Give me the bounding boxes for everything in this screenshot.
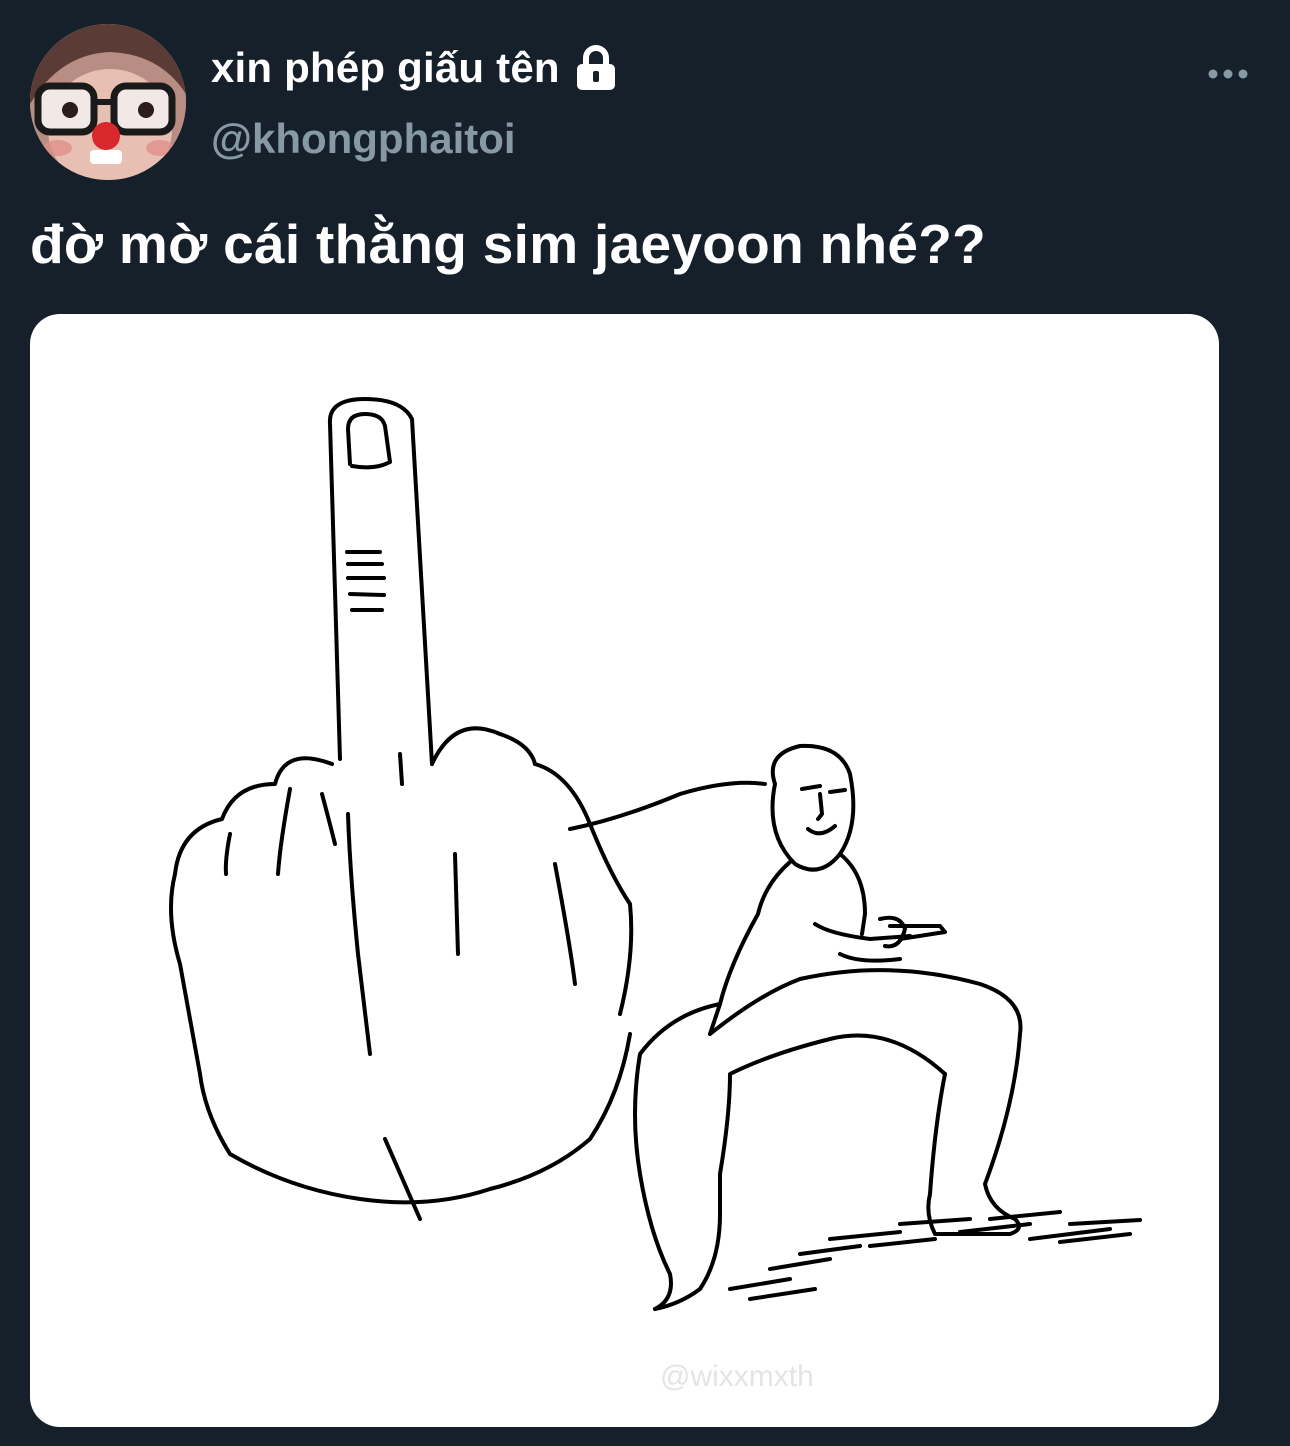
- tweet-text: đờ mờ cái thằng sim jaeyoon nhé??: [30, 213, 987, 275]
- middle-finger-meme-drawing-icon: @wixxmxth: [169, 397, 1142, 1393]
- more-options-button[interactable]: [1198, 56, 1258, 92]
- media-watermark: @wixxmxth: [660, 1360, 814, 1393]
- more-dots-icon: [1208, 69, 1248, 79]
- lock-icon: [574, 44, 618, 92]
- author-handle[interactable]: @khongphaitoi: [211, 115, 516, 163]
- author-display-name-row[interactable]: xin phép giấu tên: [211, 38, 618, 98]
- tweet-media-image[interactable]: @wixxmxth: [30, 314, 1219, 1427]
- profile-avatar-icon: [30, 24, 186, 180]
- avatar[interactable]: [30, 24, 186, 180]
- author-display-name[interactable]: xin phép giấu tên: [211, 44, 560, 92]
